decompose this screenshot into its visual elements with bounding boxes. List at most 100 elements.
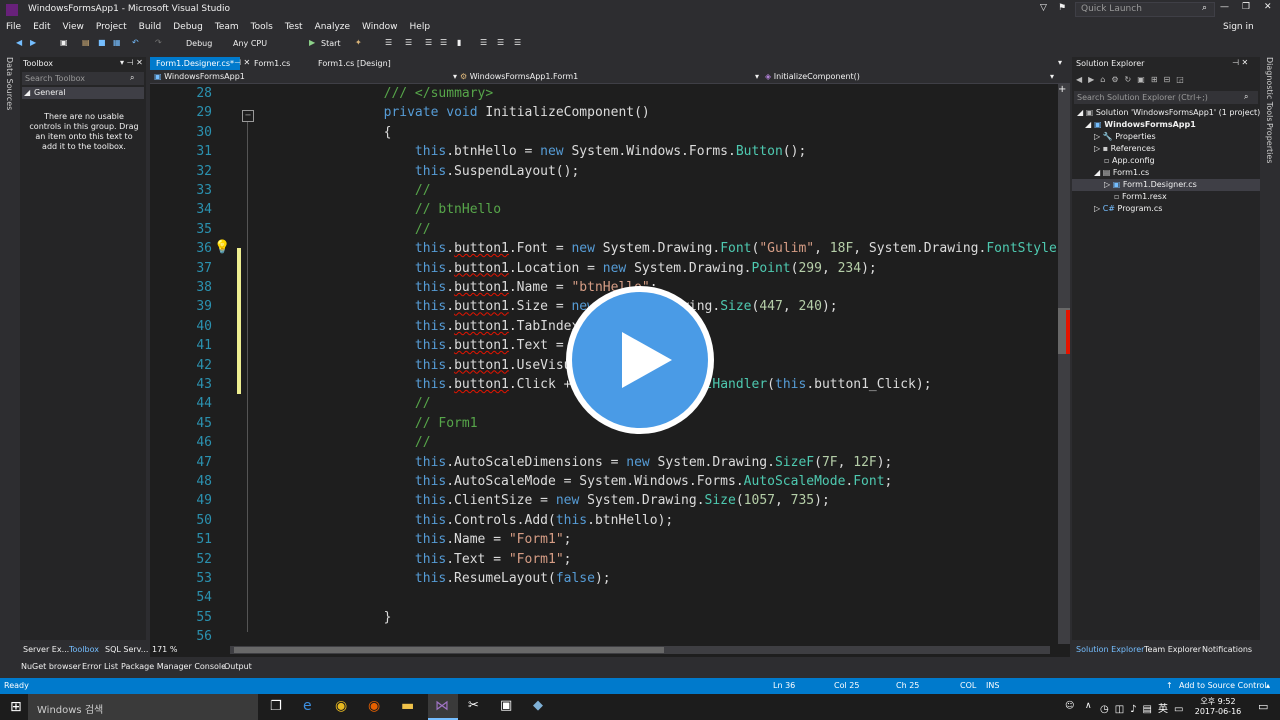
code-line[interactable]: 48 this.AutoScaleMode = System.Windows.F… <box>150 472 1058 491</box>
code-line[interactable]: 56 <box>150 627 1058 644</box>
tree-project[interactable]: ◢ ▣ WindowsFormsApp1 <box>1085 120 1196 129</box>
flag-icon[interactable]: ⚑ <box>1058 3 1066 13</box>
firefox-icon[interactable]: ◉ <box>368 698 380 714</box>
tab-nuget[interactable]: NuGet browser <box>21 662 81 671</box>
save-icon[interactable]: ■ <box>98 38 106 47</box>
menu-window[interactable]: Window <box>356 20 404 35</box>
tab-overflow-icon[interactable]: ▾ <box>1058 58 1062 67</box>
solution-toolbar[interactable]: ◀▶⌂⚙↻▣⊞⊟◲ <box>1076 75 1190 84</box>
menu-debug[interactable]: Debug <box>167 20 209 35</box>
pin-icon[interactable]: ▾ ⊣ ✕ <box>120 58 143 67</box>
tab-form1-cs[interactable]: Form1.cs <box>248 57 296 70</box>
back-icon[interactable]: ◀ <box>16 38 22 47</box>
quick-launch-input[interactable]: Quick Launch <box>1075 2 1215 17</box>
tab-package-manager[interactable]: Package Manager Console <box>121 662 226 671</box>
tab-form1-design[interactable]: Form1.cs [Design] <box>312 57 397 70</box>
code-line[interactable]: 55 } <box>150 608 1058 627</box>
code-line[interactable]: 28 /// </summary> <box>150 84 1058 103</box>
code-line[interactable]: 32 this.SuspendLayout(); <box>150 162 1058 181</box>
solution-config-select[interactable]: Debug <box>183 37 221 50</box>
menu-edit[interactable]: Edit <box>27 20 56 35</box>
tree-form1-cs[interactable]: ◢ ▤ Form1.cs <box>1094 168 1149 177</box>
menu-analyze[interactable]: Analyze <box>309 20 356 35</box>
bookmark-icon[interactable]: ▮ <box>457 38 461 47</box>
project-dropdown[interactable]: ▣ WindowsFormsApp1 <box>154 72 454 81</box>
code-line[interactable]: 29 private void InitializeComponent() <box>150 103 1058 122</box>
tree-form1-resx[interactable]: ▫ Form1.resx <box>1114 192 1167 201</box>
code-line[interactable]: 47 this.AutoScaleDimensions = new System… <box>150 453 1058 472</box>
properties-tab[interactable]: Properties <box>1265 123 1274 163</box>
task-view-icon[interactable]: ❐ <box>270 699 282 714</box>
filter-icon[interactable]: ▽ <box>1040 3 1047 13</box>
code-line[interactable]: 50 this.Controls.Add(this.btnHello); <box>150 511 1058 530</box>
tray-expand-icon[interactable]: ∧ <box>1085 701 1092 711</box>
tab-error-list[interactable]: Error List <box>82 662 118 671</box>
code-line[interactable]: 33 // <box>150 181 1058 200</box>
code-line[interactable]: 31 this.btnHello = new System.Windows.Fo… <box>150 142 1058 161</box>
edge-icon[interactable]: e <box>303 698 312 714</box>
menu-team[interactable]: Team <box>209 20 245 35</box>
code-line[interactable]: 36 this.button1.Font = new System.Drawin… <box>150 239 1058 258</box>
pin-icon[interactable]: ⊣ ✕ <box>1232 58 1248 67</box>
code-line[interactable]: 51 this.Name = "Form1"; <box>150 530 1058 549</box>
people-icon[interactable]: ☺ <box>1065 701 1074 711</box>
maximize-button[interactable]: ❐ <box>1242 2 1250 12</box>
menu-view[interactable]: View <box>57 20 90 35</box>
code-line[interactable]: 49 this.ClientSize = new System.Drawing.… <box>150 491 1058 510</box>
bookmark-prev-icon[interactable]: ☰ <box>480 38 487 47</box>
tab-sql-server[interactable]: SQL Serv... <box>105 645 148 654</box>
code-line[interactable]: 30 { <box>150 123 1058 142</box>
code-line[interactable]: 53 this.ResumeLayout(false); <box>150 569 1058 588</box>
plus-icon[interactable]: + <box>1058 84 1066 95</box>
solution-search-input[interactable]: Search Solution Explorer (Ctrl+;) <box>1074 91 1258 104</box>
sign-in-link[interactable]: Sign in <box>1223 22 1254 32</box>
chrome-icon[interactable]: ◉ <box>335 698 347 714</box>
platform-select[interactable]: Any CPU <box>230 37 300 50</box>
app-icon-2[interactable]: ◆ <box>533 698 543 713</box>
uncomment-icon[interactable]: ☰ <box>440 38 447 47</box>
menu-build[interactable]: Build <box>133 20 168 35</box>
add-to-source-control-button[interactable]: Add to Source Control <box>1179 681 1267 690</box>
tab-solution-explorer[interactable]: Solution Explorer <box>1076 645 1144 654</box>
menu-help[interactable]: Help <box>404 20 437 35</box>
code-line[interactable]: 54 <box>150 588 1058 607</box>
code-line[interactable]: 52 this.Text = "Form1"; <box>150 550 1058 569</box>
menu-file[interactable]: File <box>0 20 27 35</box>
file-explorer-icon[interactable]: ▬ <box>401 698 414 714</box>
code-line[interactable]: 34 // btnHello <box>150 200 1058 219</box>
tree-program-cs[interactable]: ▷ C# Program.cs <box>1094 204 1162 213</box>
tab-toolbox[interactable]: Toolbox <box>69 645 99 654</box>
attach-icon[interactable]: ✦ <box>355 38 362 47</box>
code-line[interactable]: 37 this.button1.Location = new System.Dr… <box>150 259 1058 278</box>
member-dropdown[interactable]: ◈ InitializeComponent() <box>765 72 1055 81</box>
bookmark-clear-icon[interactable]: ☰ <box>514 38 521 47</box>
tab-output[interactable]: Output <box>224 662 252 671</box>
menu-project[interactable]: Project <box>90 20 133 35</box>
code-line[interactable]: 35 // <box>150 220 1058 239</box>
tree-form1-designer-cs[interactable]: ▷ ▣ Form1.Designer.cs <box>1104 180 1197 189</box>
comment-icon[interactable]: ☰ <box>425 38 432 47</box>
tray-icons[interactable]: ◷◫♪▤英▭ <box>1100 700 1189 715</box>
save-all-icon[interactable]: ▦ <box>113 38 121 47</box>
tree-references[interactable]: ▷ ▪ References <box>1094 144 1155 153</box>
code-line[interactable]: 46 // <box>150 433 1058 452</box>
tree-app-config[interactable]: ▫ App.config <box>1104 156 1155 165</box>
notification-icon[interactable]: ▭ <box>1258 700 1268 713</box>
tab-server-explorer[interactable]: Server Ex... <box>23 645 69 654</box>
tab-notifications[interactable]: Notifications <box>1202 645 1252 654</box>
undo-icon[interactable]: ↶ <box>132 38 139 47</box>
format-icon[interactable]: ☰ <box>385 38 392 47</box>
data-sources-tab[interactable]: Data Sources <box>5 57 14 110</box>
open-icon[interactable]: ▤ <box>82 38 90 47</box>
vertical-scrollbar[interactable] <box>1058 84 1070 644</box>
bookmark-next-icon[interactable]: ☰ <box>497 38 504 47</box>
tab-form1-designer[interactable]: Form1.Designer.cs* <box>150 57 240 70</box>
tab-team-explorer[interactable]: Team Explorer <box>1144 645 1201 654</box>
minimize-button[interactable]: — <box>1220 2 1229 12</box>
windows-start-icon[interactable]: ⊞ <box>10 699 22 715</box>
indent-icon[interactable]: ☰ <box>405 38 412 47</box>
menu-tools[interactable]: Tools <box>245 20 279 35</box>
toolbox-search-input[interactable]: Search Toolbox <box>22 72 144 85</box>
close-button[interactable]: ✕ <box>1264 2 1272 12</box>
tree-solution[interactable]: ◢ ▣ Solution 'WindowsFormsApp1' (1 proje… <box>1077 108 1260 117</box>
